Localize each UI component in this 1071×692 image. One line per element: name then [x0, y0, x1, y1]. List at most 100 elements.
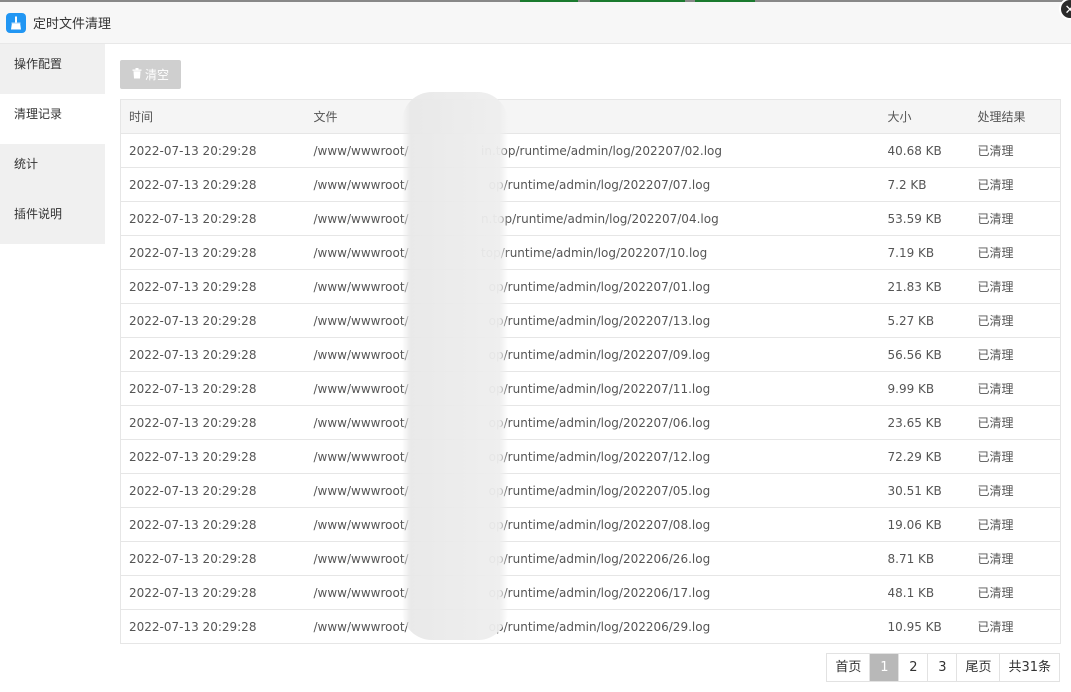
- cell-result: 已清理: [969, 609, 1061, 644]
- cell-size: 8.71 KB: [879, 541, 970, 576]
- page-last[interactable]: 尾页: [957, 654, 1001, 681]
- table-row: 2022-07-13 20:29:28/www/wwwroot/ op/runt…: [120, 167, 1061, 202]
- table-row: 2022-07-13 20:29:28/www/wwwroot/ op/runt…: [120, 337, 1061, 372]
- cell-size: 10.95 KB: [879, 609, 970, 644]
- cell-file: /www/wwwroot/ op/runtime/admin/log/20220…: [305, 167, 880, 202]
- cell-result: 已清理: [969, 473, 1061, 508]
- pagination: 首页 1 2 3 尾页 共31条: [826, 653, 1060, 682]
- cell-file: /www/wwwroot/ op/runtime/admin/log/20220…: [305, 371, 880, 406]
- cell-time: 2022-07-13 20:29:28: [120, 575, 306, 610]
- table-row: 2022-07-13 20:29:28/www/wwwroot/ op/runt…: [120, 371, 1061, 406]
- cell-size: 7.19 KB: [879, 235, 970, 270]
- table-row: 2022-07-13 20:29:28/www/wwwroot/ op/runt…: [120, 473, 1061, 508]
- cell-size: 30.51 KB: [879, 473, 970, 508]
- cell-size: 5.27 KB: [879, 303, 970, 338]
- cell-time: 2022-07-13 20:29:28: [120, 541, 306, 576]
- cell-file: /www/wwwroot/ op/runtime/admin/log/20220…: [305, 609, 880, 644]
- cell-size: 72.29 KB: [879, 439, 970, 474]
- column-header-file: 文件: [305, 99, 880, 134]
- cell-result: 已清理: [969, 235, 1061, 270]
- cell-file: /www/wwwroot/ op/runtime/admin/log/20220…: [305, 303, 880, 338]
- cell-size: 9.99 KB: [879, 371, 970, 406]
- cell-file: /www/wwwroot/ op/runtime/admin/log/20220…: [305, 473, 880, 508]
- cell-time: 2022-07-13 20:29:28: [120, 269, 306, 304]
- table-row: 2022-07-13 20:29:28/www/wwwroot/ n.top/r…: [120, 201, 1061, 236]
- cell-result: 已清理: [969, 371, 1061, 406]
- cell-time: 2022-07-13 20:29:28: [120, 201, 306, 236]
- cell-result: 已清理: [969, 201, 1061, 236]
- close-icon[interactable]: ✕: [1059, 0, 1071, 20]
- clean-log-table: 时间 文件 大小 处理结果 2022-07-13 20:29:28/www/ww…: [120, 99, 1061, 644]
- column-header-size: 大小: [879, 99, 970, 134]
- cell-size: 40.68 KB: [879, 133, 970, 168]
- sidebar-item-records[interactable]: 清理记录: [0, 94, 105, 144]
- table-row: 2022-07-13 20:29:28/www/wwwroot/ op/runt…: [120, 541, 1061, 576]
- cell-result: 已清理: [969, 303, 1061, 338]
- sidebar: 操作配置 清理记录 统计 插件说明: [0, 44, 105, 244]
- cell-time: 2022-07-13 20:29:28: [120, 133, 306, 168]
- page-1[interactable]: 1: [870, 654, 900, 681]
- cell-time: 2022-07-13 20:29:28: [120, 235, 306, 270]
- cell-file: /www/wwwroot/ op/runtime/admin/log/20220…: [305, 439, 880, 474]
- cell-file: /www/wwwroot/ op/runtime/admin/log/20220…: [305, 575, 880, 610]
- page-first[interactable]: 首页: [827, 654, 871, 681]
- cell-result: 已清理: [969, 133, 1061, 168]
- cell-time: 2022-07-13 20:29:28: [120, 507, 306, 542]
- cell-file: /www/wwwroot/ op/runtime/admin/log/20220…: [305, 541, 880, 576]
- cell-time: 2022-07-13 20:29:28: [120, 405, 306, 440]
- table-row: 2022-07-13 20:29:28/www/wwwroot/ op/runt…: [120, 303, 1061, 338]
- window-title: 定时文件清理: [33, 17, 112, 32]
- sidebar-item-help[interactable]: 插件说明: [0, 194, 105, 244]
- table-row: 2022-07-13 20:29:28/www/wwwroot/ in.top/…: [120, 133, 1061, 168]
- page-3[interactable]: 3: [928, 654, 958, 681]
- total-count: 共31条: [1000, 654, 1059, 681]
- cell-time: 2022-07-13 20:29:28: [120, 303, 306, 338]
- table-row: 2022-07-13 20:29:28/www/wwwroot/ op/runt…: [120, 269, 1061, 304]
- cell-time: 2022-07-13 20:29:28: [120, 609, 306, 644]
- cell-size: 56.56 KB: [879, 337, 970, 372]
- table-row: 2022-07-13 20:29:28/www/wwwroot/ top/run…: [120, 235, 1061, 270]
- cell-result: 已清理: [969, 439, 1061, 474]
- cell-file: /www/wwwroot/ n.top/runtime/admin/log/20…: [305, 201, 880, 236]
- cell-size: 21.83 KB: [879, 269, 970, 304]
- sidebar-item-config[interactable]: 操作配置: [0, 44, 105, 94]
- cell-result: 已清理: [969, 575, 1061, 610]
- main-content: 清空 时间 文件 大小 处理结果 2022-07-13 20:29:28/www…: [120, 60, 1061, 644]
- sidebar-item-stats[interactable]: 统计: [0, 144, 105, 194]
- window-titlebar: 定时文件清理 ✕: [0, 0, 1071, 44]
- column-header-time: 时间: [120, 99, 306, 134]
- cell-file: /www/wwwroot/ top/runtime/admin/log/2022…: [305, 235, 880, 270]
- cell-time: 2022-07-13 20:29:28: [120, 473, 306, 508]
- cell-result: 已清理: [969, 337, 1061, 372]
- cell-size: 19.06 KB: [879, 507, 970, 542]
- cell-size: 48.1 KB: [879, 575, 970, 610]
- cell-result: 已清理: [969, 405, 1061, 440]
- page-2[interactable]: 2: [899, 654, 929, 681]
- table-row: 2022-07-13 20:29:28/www/wwwroot/ op/runt…: [120, 609, 1061, 644]
- table-header-row: 时间 文件 大小 处理结果: [120, 99, 1061, 134]
- cell-file: /www/wwwroot/ op/runtime/admin/log/20220…: [305, 337, 880, 372]
- clear-button-label: 清空: [144, 68, 169, 82]
- redaction-blur: [402, 92, 508, 640]
- cell-time: 2022-07-13 20:29:28: [120, 371, 306, 406]
- cell-size: 53.59 KB: [879, 201, 970, 236]
- cell-file: /www/wwwroot/ op/runtime/admin/log/20220…: [305, 405, 880, 440]
- clear-button[interactable]: 清空: [120, 60, 181, 89]
- cell-result: 已清理: [969, 167, 1061, 202]
- trash-icon: [132, 67, 142, 82]
- column-header-result: 处理结果: [969, 99, 1061, 134]
- cell-time: 2022-07-13 20:29:28: [120, 439, 306, 474]
- table-row: 2022-07-13 20:29:28/www/wwwroot/ op/runt…: [120, 575, 1061, 610]
- cell-size: 23.65 KB: [879, 405, 970, 440]
- table-row: 2022-07-13 20:29:28/www/wwwroot/ op/runt…: [120, 405, 1061, 440]
- table-row: 2022-07-13 20:29:28/www/wwwroot/ op/runt…: [120, 439, 1061, 474]
- cell-file: /www/wwwroot/ op/runtime/admin/log/20220…: [305, 269, 880, 304]
- table-row: 2022-07-13 20:29:28/www/wwwroot/ op/runt…: [120, 507, 1061, 542]
- cell-time: 2022-07-13 20:29:28: [120, 167, 306, 202]
- cell-result: 已清理: [969, 269, 1061, 304]
- cell-file: /www/wwwroot/ op/runtime/admin/log/20220…: [305, 507, 880, 542]
- cell-file: /www/wwwroot/ in.top/runtime/admin/log/2…: [305, 133, 880, 168]
- cell-size: 7.2 KB: [879, 167, 970, 202]
- cell-time: 2022-07-13 20:29:28: [120, 337, 306, 372]
- cell-result: 已清理: [969, 507, 1061, 542]
